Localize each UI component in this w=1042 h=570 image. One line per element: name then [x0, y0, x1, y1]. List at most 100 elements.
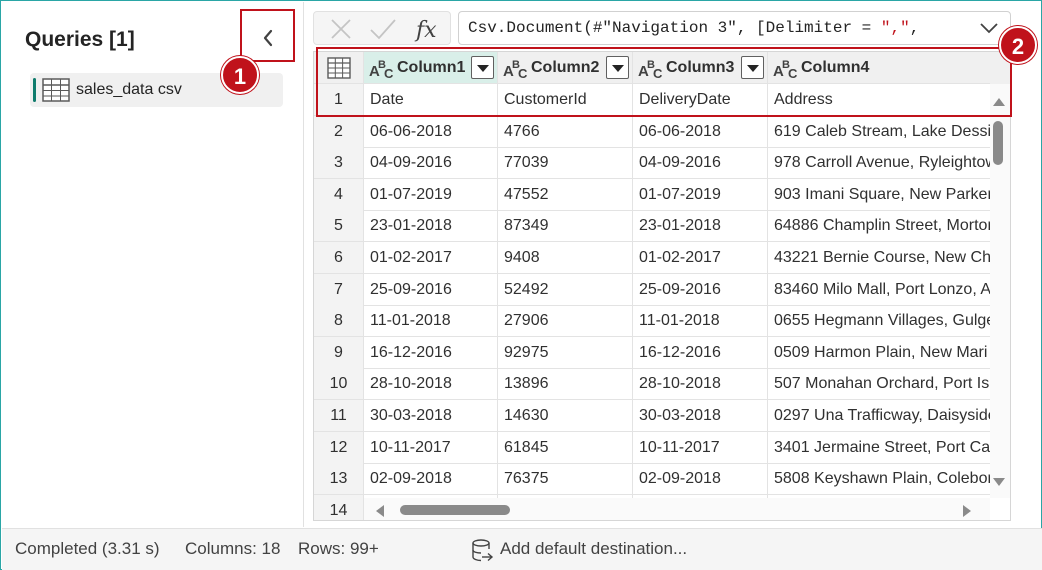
table-cell[interactable]: 76375: [498, 463, 633, 496]
table-cell[interactable]: 30-03-2018: [364, 400, 498, 432]
column-filter-dropdown[interactable]: [471, 56, 494, 79]
row-number[interactable]: 1: [314, 84, 364, 116]
table-cell[interactable]: CustomerId: [498, 84, 633, 116]
table-cell[interactable]: 01-02-2017: [364, 242, 498, 274]
table-cell[interactable]: 04-09-2016: [364, 147, 498, 180]
text-type-icon[interactable]: ABC: [368, 56, 396, 83]
table-cell[interactable]: 507 Monahan Orchard, Port Is: [768, 368, 990, 401]
row-number[interactable]: 8: [314, 305, 364, 338]
table-cell[interactable]: 01-07-2019: [633, 178, 768, 211]
row-number[interactable]: 2: [314, 115, 364, 148]
table-cell[interactable]: DeliveryDate: [633, 84, 768, 116]
table-cell[interactable]: 978 Carroll Avenue, Ryleightown: [768, 147, 990, 180]
table-cell[interactable]: 11-01-2018: [633, 305, 768, 338]
table-cell[interactable]: 9408: [498, 242, 633, 274]
scroll-down-icon[interactable]: [992, 474, 1006, 492]
text-type-icon[interactable]: ABC: [772, 56, 800, 83]
table-row: 4 01-07-2019 47552 01-07-2019 903 Imani Squa…: [314, 178, 1010, 211]
add-default-destination-button[interactable]: Add default destination...: [468, 533, 708, 567]
table-cell[interactable]: 16-12-2016: [633, 336, 768, 369]
status-columns: Columns: 18: [185, 539, 281, 558]
table-cell[interactable]: Address: [768, 84, 990, 116]
status-bar: Completed (3.31 s) Columns: 18 Rows: 99+…: [2, 528, 1042, 570]
vertical-scrollbar[interactable]: [990, 84, 1010, 498]
table-cell[interactable]: 16-12-2016: [364, 336, 498, 369]
table-cell[interactable]: Date: [364, 84, 498, 116]
table-cell[interactable]: 01-02-2017: [633, 242, 768, 274]
text-type-icon[interactable]: ABC: [637, 56, 665, 83]
table-cell[interactable]: 61845: [498, 431, 633, 464]
table-cell[interactable]: 92975: [498, 336, 633, 369]
table-cell[interactable]: 619 Caleb Stream, Lake Dessie: [768, 116, 990, 148]
table-cell[interactable]: 47552: [498, 178, 633, 211]
column-filter-dropdown[interactable]: [741, 56, 764, 79]
row-number[interactable]: 5: [314, 210, 364, 243]
table-cell[interactable]: 14630: [498, 400, 633, 432]
row-number[interactable]: 6: [314, 242, 364, 274]
row-number[interactable]: 10: [314, 368, 364, 401]
table-cell[interactable]: 903 Imani Square, New Parker: [768, 179, 990, 211]
column-header-2[interactable]: A B C Column2: [498, 52, 633, 84]
table-cell[interactable]: 25-09-2016: [364, 273, 498, 306]
scroll-left-icon[interactable]: [375, 504, 385, 520]
table-cell[interactable]: 30-03-2018: [633, 400, 768, 432]
scroll-up-icon[interactable]: [992, 94, 1006, 112]
table-cell[interactable]: 23-01-2018: [633, 210, 768, 243]
table-cell[interactable]: 11-01-2018: [364, 305, 498, 338]
row-number[interactable]: 4: [314, 178, 364, 211]
fx-icon[interactable]: fx: [414, 14, 442, 49]
table-cell[interactable]: 28-10-2018: [364, 368, 498, 401]
row-number[interactable]: 12: [314, 431, 364, 464]
row-number[interactable]: 13: [314, 463, 364, 496]
row-number[interactable]: 11: [314, 400, 364, 432]
column-filter-dropdown[interactable]: [606, 56, 629, 79]
table-cell[interactable]: 10-11-2017: [364, 431, 498, 464]
table-cell[interactable]: 0655 Hegmann Villages, Gulge: [768, 305, 990, 338]
column-header-1[interactable]: A B C Column1: [364, 52, 498, 84]
column-header-label: Column3: [666, 59, 735, 76]
table-cell[interactable]: 43221 Bernie Course, New Ch: [768, 242, 990, 274]
table-cell[interactable]: 06-06-2018: [633, 115, 768, 148]
table-cell[interactable]: 10-11-2017: [633, 431, 768, 464]
table-cell[interactable]: 23-01-2018: [364, 210, 498, 243]
row-number[interactable]: 3: [314, 147, 364, 180]
column-header-4[interactable]: A B C Column4: [768, 52, 990, 84]
text-type-icon[interactable]: ABC: [502, 56, 530, 83]
row-number[interactable]: 14: [314, 494, 364, 520]
table-row: 11 30-03-2018 14630 30-03-2018 0297 Una Traf…: [314, 400, 1010, 432]
formula-input[interactable]: Csv.Document(#"Navigation 3", [Delimiter…: [458, 11, 1011, 45]
table-cell[interactable]: 01-07-2019: [364, 178, 498, 211]
table-cell[interactable]: 04-09-2016: [633, 147, 768, 180]
table-cell[interactable]: 06-06-2018: [364, 115, 498, 148]
table-cell[interactable]: 0297 Una Trafficway, Daisyside: [768, 400, 990, 432]
row-number[interactable]: 7: [314, 273, 364, 306]
cancel-icon[interactable]: [328, 16, 354, 47]
table-cell[interactable]: 87349: [498, 210, 633, 243]
collapse-queries-button[interactable]: [240, 9, 295, 62]
table-cell[interactable]: 02-09-2018: [364, 463, 498, 496]
table-cell[interactable]: 02-09-2018: [633, 463, 768, 496]
table-cell[interactable]: 5808 Keyshawn Plain, Colebor: [768, 463, 990, 496]
table-cell[interactable]: 28-10-2018: [633, 368, 768, 401]
row-number[interactable]: 9: [314, 336, 364, 369]
table-cell[interactable]: 27906: [498, 305, 633, 338]
table-cell[interactable]: 13896: [498, 368, 633, 401]
horizontal-scrollbar[interactable]: [364, 498, 990, 520]
chevron-down-icon[interactable]: [978, 20, 1000, 41]
horizontal-scroll-thumb[interactable]: [400, 505, 510, 515]
table-cell[interactable]: 0509 Harmon Plain, New Mari: [768, 337, 990, 369]
check-icon[interactable]: [368, 16, 398, 47]
formula-text: Csv.Document(#"Navigation 3", [Delimiter…: [468, 19, 919, 37]
column-header-3[interactable]: A B C Column3: [633, 52, 768, 84]
table-icon: [42, 78, 70, 107]
table-cell[interactable]: 52492: [498, 273, 633, 306]
table-menu-button[interactable]: [314, 52, 364, 84]
scroll-right-icon[interactable]: [962, 504, 972, 520]
table-cell[interactable]: 64886 Champlin Street, Morton: [768, 210, 990, 243]
vertical-scroll-thumb[interactable]: [993, 121, 1003, 165]
table-cell[interactable]: 83460 Milo Mall, Port Lonzo, A: [768, 274, 990, 306]
table-cell[interactable]: 25-09-2016: [633, 273, 768, 306]
table-cell[interactable]: 3401 Jermaine Street, Port Car: [768, 432, 990, 464]
table-cell[interactable]: 4766: [498, 115, 633, 148]
table-cell[interactable]: 77039: [498, 147, 633, 180]
